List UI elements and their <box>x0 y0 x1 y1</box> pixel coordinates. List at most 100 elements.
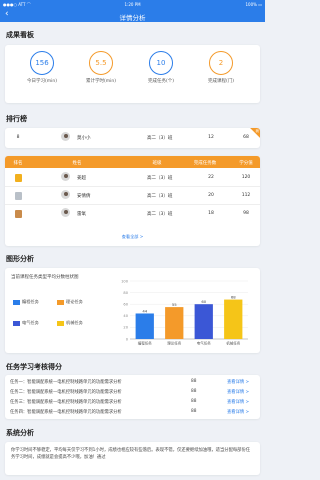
stat-courses: 2 完成课程(门) <box>201 51 241 84</box>
y-tick-label: 60 <box>123 303 128 307</box>
row-class: 高二（3）班 <box>147 212 173 217</box>
y-tick-label: 100 <box>121 279 129 283</box>
stat-today: 156 今日学习(min) <box>22 51 62 84</box>
row-name: 安倩倩 <box>77 194 91 199</box>
task-title: 任务四：智能调配系统—电机控制线路单元的功能需求分析 <box>10 410 122 415</box>
row-tasks: 22 <box>208 175 214 180</box>
stat-tasks: 10 完成任务(个) <box>141 51 181 84</box>
x-tick-label: 编程任务 <box>138 341 152 346</box>
my-score: 68 <box>243 135 249 140</box>
analysis-card: 你学习时间不够稳定，平均每天仅学习不到1小时，成绩也相应较有些落后。表现不错，仅… <box>5 442 260 475</box>
data-label: 60 <box>201 299 206 304</box>
legend-item: 理论任务 <box>57 299 83 305</box>
header-rank: 排名 <box>13 160 23 166</box>
data-label: 55 <box>172 302 177 307</box>
analysis-heading: 系统分析 <box>6 429 34 437</box>
legend-label: 电气任务 <box>22 320 39 325</box>
header-tasks: 完成任务数 <box>193 160 217 166</box>
row-tasks: 18 <box>208 211 214 216</box>
silver-medal-icon <box>15 192 22 200</box>
row-score: 112 <box>241 193 251 198</box>
row-score: 98 <box>243 211 249 216</box>
chart-card: 当前课程任务类型平均分数柱状图 编程任务 理论任务 电气任务 机械任务 0 20 4… <box>5 268 260 353</box>
results-heading: 成果看板 <box>6 31 34 39</box>
task-detail-link[interactable]: 查看详情 > <box>227 389 249 395</box>
view-all-link[interactable]: 查看全部 > <box>5 234 260 240</box>
stat-total-hours: 5.5 累计学时(min) <box>81 51 121 84</box>
chart-title: 当前课程任务类型平均分数柱状图 <box>11 275 79 280</box>
my-rank-row: 8 莫小小 高二（3）班 12 68 <box>5 130 260 147</box>
task-row: 任务二：智能调配系统—电机控制线路单元的功能需求分析 88 查看详情 > <box>5 387 260 396</box>
clock-text: 1:20 PM <box>124 1 141 7</box>
status-bar: ●●●○ ATT ⌒ 1:20 PM 100% ▭ <box>0 0 265 8</box>
table-row[interactable]: 雷氧 高二（3）班 18 98 <box>5 206 260 223</box>
row-tasks: 20 <box>208 193 214 198</box>
data-label: 44 <box>142 308 147 313</box>
task-row: 任务一：智能调配系统—电机控制线路单元的功能需求分析 88 查看详情 > <box>5 377 260 386</box>
avatar <box>61 132 70 141</box>
my-rank: 8 <box>16 135 20 140</box>
task-detail-link[interactable]: 查看详情 > <box>227 379 249 385</box>
legend-item: 电气任务 <box>13 320 39 326</box>
battery-text: 100% ▭ <box>245 1 263 7</box>
stat-label: 完成课程(门) <box>207 79 234 84</box>
tasks-heading: 任务学习考核得分 <box>6 363 62 371</box>
bar <box>135 313 154 339</box>
stat-label: 完成任务(个) <box>147 79 174 84</box>
stat-label: 今日学习(min) <box>27 79 57 84</box>
my-class: 高二（3）班 <box>147 136 173 141</box>
legend-item: 编程任务 <box>13 299 39 305</box>
stat-circle: 2 <box>209 51 233 75</box>
stat-circle: 5.5 <box>89 51 113 75</box>
header-score: 学分值 <box>239 160 253 166</box>
stat-label: 累计学时(min) <box>86 79 116 84</box>
my-name: 莫小小 <box>77 136 91 141</box>
legend-label: 理论任务 <box>66 299 83 304</box>
nav-bar: ‹ 详情分析 <box>0 8 265 22</box>
task-score: 88 <box>191 409 197 414</box>
table-row[interactable]: 姜超 高二（3）班 22 120 <box>5 170 260 187</box>
avatar <box>61 208 70 217</box>
bronze-medal-icon <box>15 210 22 218</box>
results-card: 156 今日学习(min) 5.5 累计学时(min) 10 完成任务(个) 2… <box>5 45 260 103</box>
data-label: 68 <box>231 294 236 299</box>
legend-item: 机械任务 <box>57 320 83 326</box>
chart-heading: 图形分析 <box>6 255 34 263</box>
legend-swatch <box>57 299 64 305</box>
legend-label: 机械任务 <box>66 320 83 325</box>
task-row: 任务四：智能调配系统—电机控制线路单元的功能需求分析 88 查看详情 > <box>5 407 260 416</box>
my-tasks: 12 <box>208 135 214 140</box>
task-score: 88 <box>191 379 197 384</box>
task-detail-link[interactable]: 查看详情 > <box>227 399 249 405</box>
bar-chart: 0 20 40 60 80 100 44 编程任务 55 理论任务 60 电气任务 68 机械任务 <box>121 279 248 346</box>
x-tick-label: 理论任务 <box>167 341 181 346</box>
table-header: 排名 姓名 班级 完成任务数 学分值 <box>5 156 260 168</box>
row-name: 姜超 <box>77 176 86 181</box>
avatar <box>61 190 70 199</box>
analysis-text: 你学习时间不够稳定，平均每天仅学习不到1小时，成绩也相应较有些落后。表现不错，仅… <box>11 448 251 460</box>
tasks-card: 任务一：智能调配系统—电机控制线路单元的功能需求分析 88 查看详情 > 任务二… <box>5 375 260 419</box>
task-row: 任务三：智能调配系统—电机控制线路单元的功能需求分析 88 查看详情 > <box>5 397 260 406</box>
y-tick-label: 20 <box>123 326 128 330</box>
task-detail-link[interactable]: 查看详情 > <box>227 409 249 415</box>
stat-circle: 10 <box>149 51 173 75</box>
legend-swatch <box>13 299 20 305</box>
legend-swatch <box>13 320 20 326</box>
header-name: 姓名 <box>72 160 82 166</box>
y-tick-label: 40 <box>123 314 128 318</box>
header-class: 班级 <box>152 160 162 166</box>
legend-swatch <box>57 320 64 326</box>
task-score: 88 <box>191 389 197 394</box>
stat-circle: 156 <box>30 51 54 75</box>
bar <box>224 299 243 339</box>
row-class: 高二（3）班 <box>147 194 173 199</box>
bar <box>194 304 213 339</box>
my-rank-card: 8 莫小小 高二（3）班 12 68 我 <box>5 128 260 148</box>
bar <box>165 307 184 339</box>
x-tick-label: 机械任务 <box>226 341 240 346</box>
task-title: 任务一：智能调配系统—电机控制线路单元的功能需求分析 <box>10 380 122 385</box>
row-score: 120 <box>241 175 251 180</box>
table-row[interactable]: 安倩倩 高二（3）班 20 112 <box>5 188 260 205</box>
row-class: 高二（3）班 <box>147 176 173 181</box>
task-title: 任务二：智能调配系统—电机控制线路单元的功能需求分析 <box>10 390 122 395</box>
